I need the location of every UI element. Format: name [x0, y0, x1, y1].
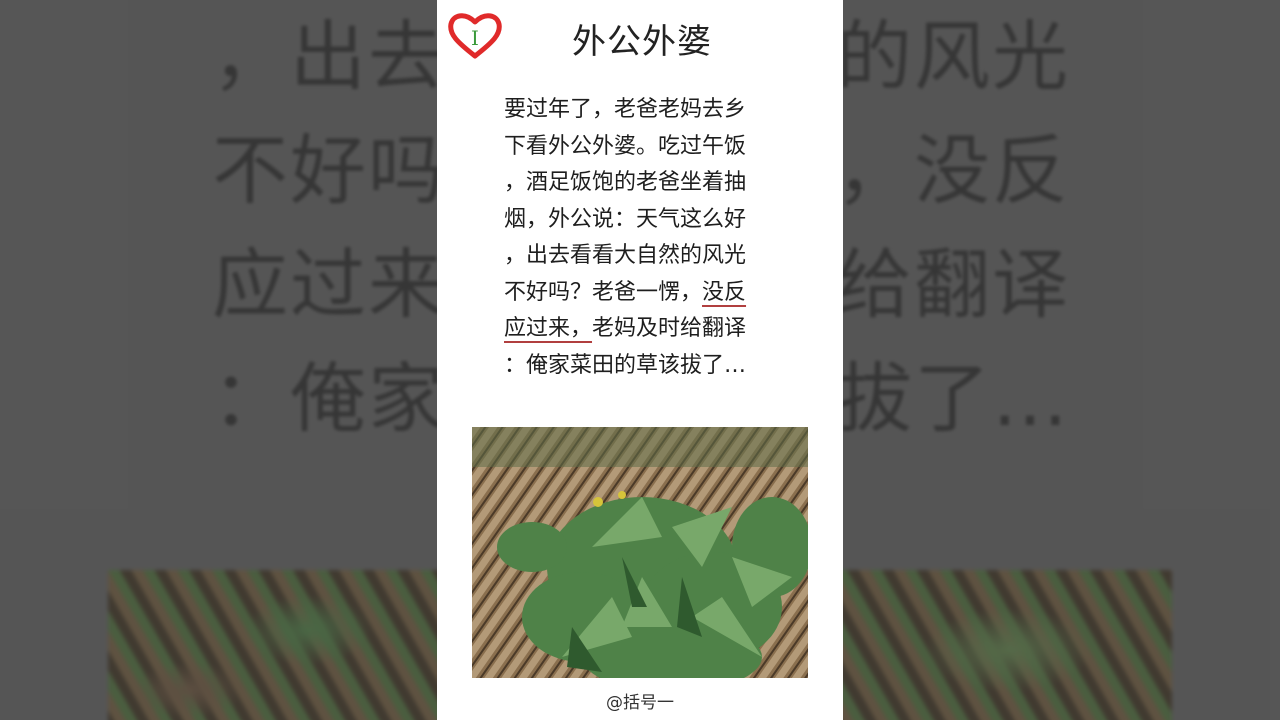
story-line: 要过年了，老爸老妈去乡 [504, 97, 747, 122]
story-line: ：俺家菜田的草该拔了… [504, 352, 747, 378]
story-line-text: 不好吗？老爸一愣， [504, 279, 703, 305]
story-line: ，出去看看大自然的风光 [504, 243, 747, 268]
story-card: I 外公外婆 要过年了，老爸老妈去乡 下看外公外婆。吃过午饭 ，酒足饭饱的老爸坐… [437, 0, 843, 720]
page-title: 外公外婆 [572, 22, 712, 62]
story-line: 下看外公外婆。吃过午饭 [504, 133, 747, 159]
story-line: 烟，外公说：天气这么好 [504, 206, 747, 232]
story-line: 应过来，老妈及时给翻译 [504, 311, 784, 348]
story-line: ，酒足饭饱的老爸坐着抽 [504, 170, 747, 195]
story-line: 不好吗？老爸一愣，没反 [504, 275, 784, 312]
story-line-text: 老妈及时给翻译 [592, 316, 747, 341]
garden-photo-illustration [472, 427, 808, 678]
story-text: 要过年了，老爸老妈去乡 下看外公外婆。吃过午饭 ，酒足饭饱的老爸坐着抽 烟，外公… [504, 92, 784, 384]
underlined-phrase: 没反 [702, 279, 747, 305]
author-credit: @括号一 [606, 693, 674, 713]
underlined-phrase: 应过来， [504, 316, 593, 341]
garden-photo [472, 427, 808, 678]
